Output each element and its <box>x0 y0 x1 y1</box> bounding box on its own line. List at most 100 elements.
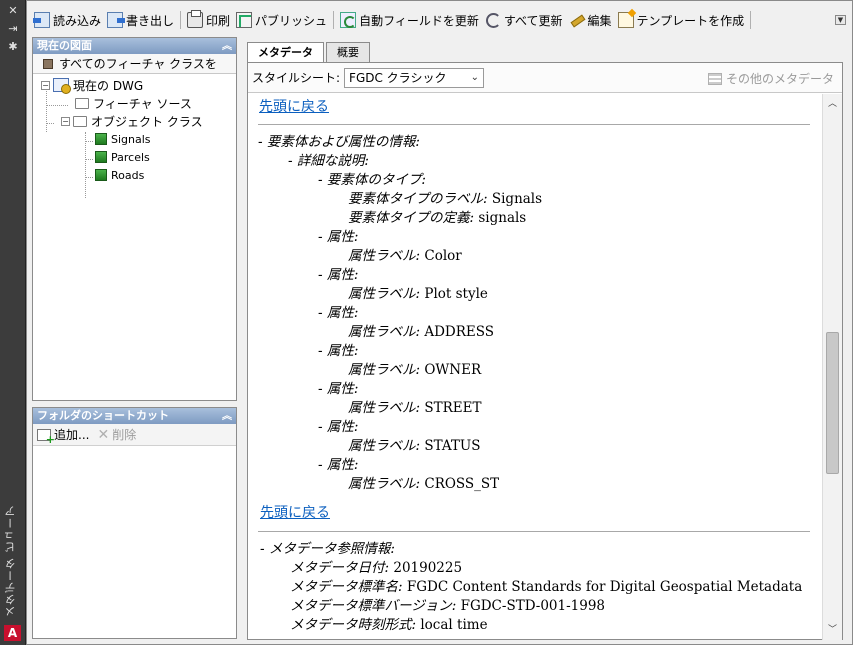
attribute-label-key: 属性ラベル: <box>348 248 421 264</box>
print-button[interactable]: 印刷 <box>184 9 233 31</box>
attribute-heading: - 属性: <box>318 229 359 245</box>
metadata-viewer-window: 読み込み 書き出し 印刷 パブリッシュ 自動フィールドを更新 すべて更新 編集 … <box>26 0 853 645</box>
attribute-heading: - 属性: <box>318 381 359 397</box>
attribute-label-key: 属性ラベル: <box>348 438 421 454</box>
metadata-panel: スタイルシート: FGDC クラシック ⌄ その他のメタデータ 先頭に戻る - … <box>247 62 843 640</box>
style-sheet-dropdown[interactable]: FGDC クラシック ⌄ <box>344 67 485 88</box>
export-button[interactable]: 書き出し <box>104 9 177 31</box>
attribute-label-key: 属性ラベル: <box>348 400 421 416</box>
metadata-date-value: 20190225 <box>393 560 463 576</box>
attribute-label-line: 属性ラベル: Plot style <box>348 285 488 303</box>
update-all-label: すべて更新 <box>503 13 563 28</box>
close-icon[interactable]: ✕ <box>5 4 21 18</box>
properties-icon[interactable]: ✱ <box>5 40 21 54</box>
attribute-label-line: 属性ラベル: STREET <box>348 399 482 417</box>
autohide-icon[interactable]: ⇥ <box>5 22 21 36</box>
panel-title: 現在の図面 <box>37 39 92 52</box>
palette-title: メタデータ ビューア <box>4 504 17 618</box>
collapse-chevron-icon[interactable]: ︽ <box>222 39 232 55</box>
back-to-top-link[interactable]: 先頭に戻る <box>259 98 329 116</box>
folder-shortcuts-header[interactable]: フォルダのショートカット ︽ <box>33 408 236 424</box>
folder-shortcuts-panel: フォルダのショートカット ︽ 追加... ✕削除 <box>32 407 237 639</box>
tree-item-feature-source[interactable]: フィーチャ ソース <box>75 94 192 112</box>
entity-label-key: 要素体タイプのラベル: <box>348 191 488 207</box>
tree-item-signals[interactable]: Signals <box>95 130 151 148</box>
scroll-up-icon[interactable]: ︿ <box>823 96 842 112</box>
tree-item-object-class[interactable]: − オブジェクト クラス <box>61 112 203 130</box>
attribute-heading: - 属性: <box>318 305 359 321</box>
attribute-label-value: ADDRESS <box>424 324 495 340</box>
tree-connector <box>46 123 54 124</box>
current-drawing-header[interactable]: 現在の図面 ︽ <box>33 38 236 54</box>
tree-item-label: オブジェクト クラス <box>91 114 203 129</box>
attribute-label-key: 属性ラベル: <box>348 476 421 492</box>
tree-collapse-toggle[interactable]: − <box>61 116 70 126</box>
tree-connector <box>85 177 93 178</box>
attribute-label-value: OWNER <box>424 362 482 378</box>
metadata-document: 先頭に戻る - 要素体および属性の情報: - 詳細な説明: - 要素体のタイプ:… <box>248 94 822 640</box>
tree-item-label: 現在の DWG <box>73 78 144 93</box>
metadata-version-key: メタデータ標準バージョン: <box>290 598 457 614</box>
tree-connector <box>46 105 68 106</box>
feature-class-filter[interactable]: すべてのフィーチャ クラスを <box>33 54 236 74</box>
back-to-top-link[interactable]: 先頭に戻る <box>260 504 330 522</box>
folder-icon <box>75 97 89 109</box>
scroll-down-icon[interactable]: ﹀ <box>823 622 842 638</box>
attribute-label-key: 属性ラベル: <box>348 324 421 340</box>
detailed-description-heading: - 詳細な説明: <box>288 153 369 169</box>
add-shortcut-button[interactable]: 追加... <box>37 426 89 446</box>
tree-connector <box>85 159 93 160</box>
metadata-time-value: local time <box>420 617 488 633</box>
toolbar: 読み込み 書き出し 印刷 パブリッシュ 自動フィールドを更新 すべて更新 編集 … <box>27 7 852 33</box>
entity-label-line: 要素体タイプのラベル: Signals <box>348 190 542 208</box>
auto-field-update-button[interactable]: 自動フィールドを更新 <box>337 9 482 31</box>
tree-collapse-toggle[interactable]: − <box>41 80 50 90</box>
toolbar-overflow-chevron-icon[interactable]: ▼ <box>835 15 846 25</box>
other-metadata-button[interactable]: その他のメタデータ <box>707 70 834 87</box>
entity-def-value: signals <box>478 210 527 226</box>
chevron-down-icon: ⌄ <box>470 71 480 83</box>
import-button[interactable]: 読み込み <box>31 9 104 31</box>
publish-label: パブリッシュ <box>255 13 328 28</box>
publish-button[interactable]: パブリッシュ <box>233 9 330 31</box>
auto-update-icon <box>340 12 357 28</box>
vertical-scrollbar[interactable]: ︿ ﹀ <box>822 94 842 640</box>
edit-button[interactable]: 編集 <box>566 9 615 31</box>
feature-class-icon <box>95 169 107 181</box>
tree-item-parcels[interactable]: Parcels <box>95 148 150 166</box>
delete-shortcut-button[interactable]: ✕ 削除 <box>97 426 136 443</box>
delete-icon: ✕ <box>97 426 110 443</box>
metadata-version-line: メタデータ標準バージョン: FGDC-STD-001-1998 <box>290 597 605 615</box>
import-icon <box>33 12 50 28</box>
attribute-label-value: STATUS <box>424 438 481 454</box>
export-label: 書き出し <box>126 13 175 28</box>
attribute-heading: - 属性: <box>318 267 359 283</box>
metadata-version-value: FGDC-STD-001-1998 <box>460 598 606 614</box>
palette-title-strip: ✕ ⇥ ✱ メタデータ ビューア A <box>0 0 26 645</box>
create-template-label: テンプレートを作成 <box>636 13 745 28</box>
tree-item-roads[interactable]: Roads <box>95 166 144 184</box>
entity-def-line: 要素体タイプの定義: signals <box>348 209 526 227</box>
tab-summary[interactable]: 概要 <box>326 42 370 62</box>
auto-field-label: 自動フィールドを更新 <box>359 13 479 28</box>
feature-class-icon <box>95 133 107 145</box>
tree-item-label: Signals <box>111 132 151 146</box>
toolbar-separator <box>180 11 182 29</box>
create-template-button[interactable]: テンプレートを作成 <box>615 9 748 31</box>
publish-icon <box>236 12 253 28</box>
refresh-icon <box>485 12 501 28</box>
toolbar-separator <box>750 11 752 29</box>
attribute-label-value: Plot style <box>424 286 488 302</box>
style-sheet-label: スタイルシート: <box>252 71 341 85</box>
scrollbar-thumb[interactable] <box>826 332 839 474</box>
tree-item-current-dwg[interactable]: − 現在の DWG <box>41 76 143 94</box>
section-divider <box>258 124 810 125</box>
tab-metadata[interactable]: メタデータ <box>247 42 324 64</box>
panel-title: フォルダのショートカット <box>37 409 169 422</box>
attribute-label-line: 属性ラベル: OWNER <box>348 361 481 379</box>
style-sheet-row: スタイルシート: FGDC クラシック ⌄ その他のメタデータ <box>248 63 842 93</box>
filter-label: すべてのフィーチャ クラスを <box>59 57 217 71</box>
update-all-button[interactable]: すべて更新 <box>482 9 566 31</box>
collapse-chevron-icon[interactable]: ︽ <box>222 409 232 425</box>
printer-icon <box>187 10 204 28</box>
